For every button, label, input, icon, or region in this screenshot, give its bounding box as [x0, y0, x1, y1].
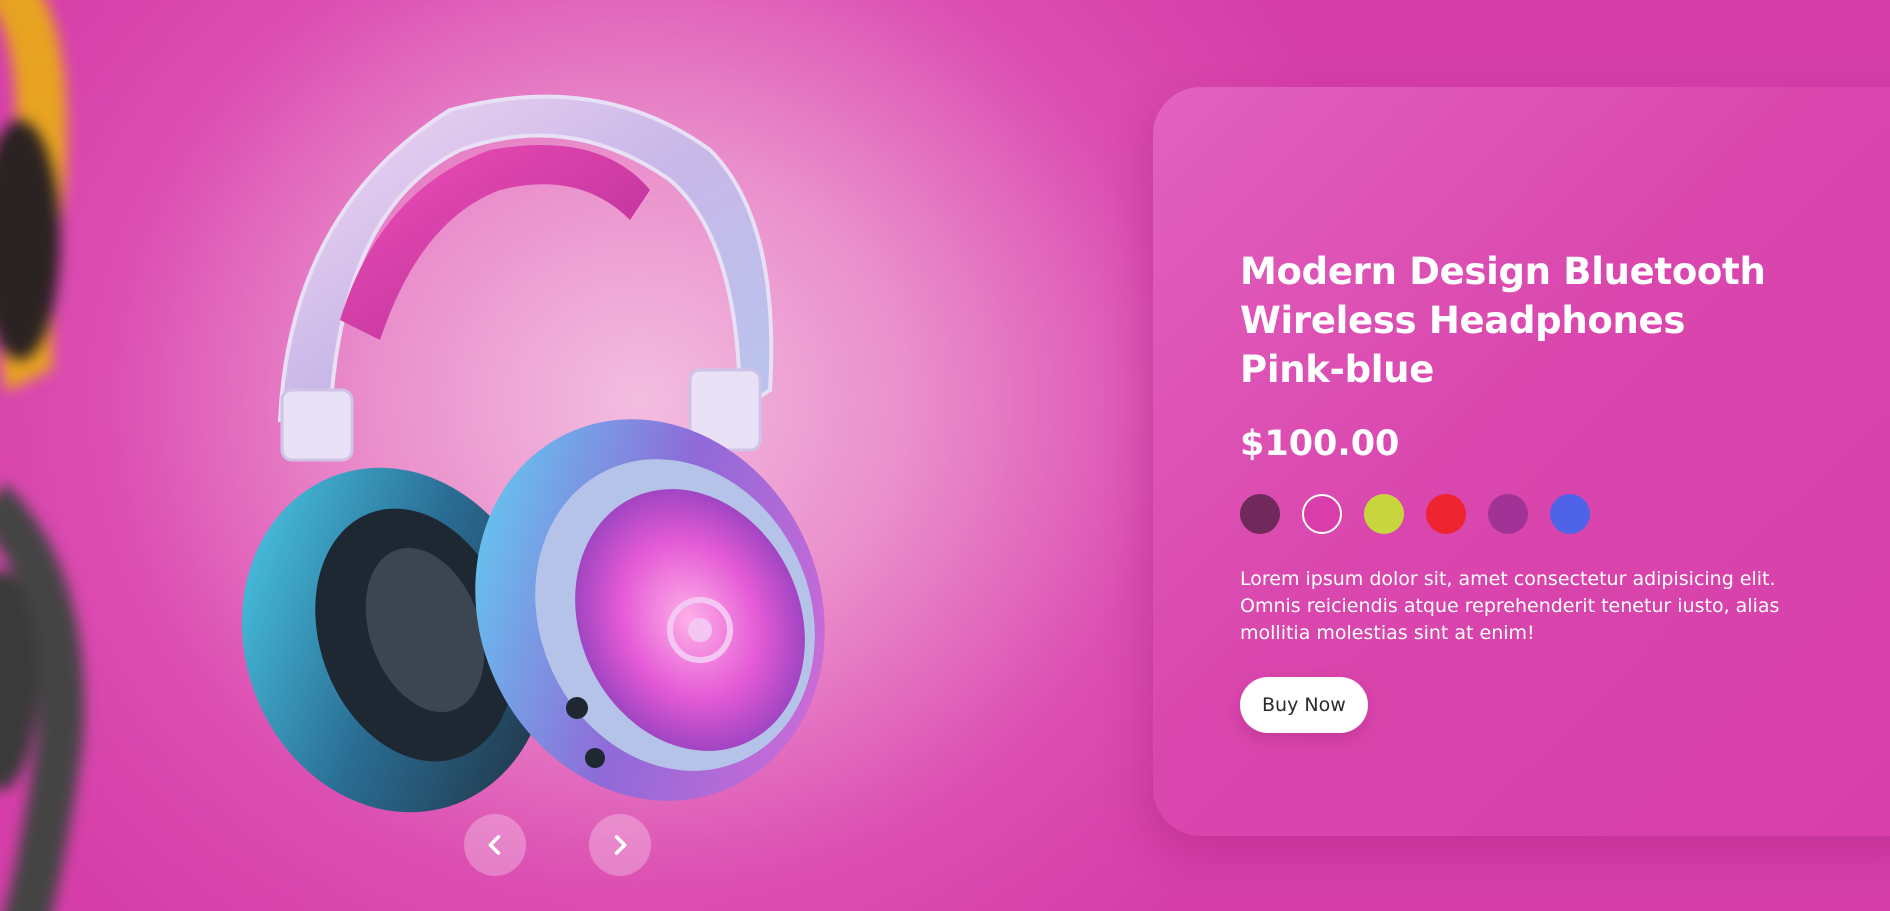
previous-button[interactable]: [464, 814, 526, 876]
product-price: $100.00: [1240, 424, 1400, 464]
color-swatch[interactable]: [1364, 494, 1404, 534]
color-swatch[interactable]: [1488, 494, 1528, 534]
product-info-panel: Modern Design Bluetooth Wireless Headpho…: [1153, 87, 1890, 836]
chevron-left-icon: [488, 835, 501, 855]
color-swatch[interactable]: [1550, 494, 1590, 534]
buy-now-button[interactable]: Buy Now: [1240, 677, 1368, 733]
next-button[interactable]: [589, 814, 651, 876]
previous-product-preview: [0, 0, 85, 911]
headphones-icon: [241, 94, 825, 813]
product-description: Lorem ipsum dolor sit, amet consectetur …: [1240, 568, 1780, 644]
chevron-right-icon: [614, 835, 627, 855]
color-swatch[interactable]: [1302, 494, 1342, 534]
product-title-line-2: Wireless Headphones Pink-blue: [1240, 299, 1686, 391]
color-swatch[interactable]: [1426, 494, 1466, 534]
headphones-image: [220, 90, 900, 830]
product-title-line-1: Modern Design Bluetooth: [1240, 250, 1766, 293]
color-swatch[interactable]: [1240, 494, 1280, 534]
color-swatches: [1240, 494, 1800, 534]
product-title: Modern Design Bluetooth Wireless Headpho…: [1240, 247, 1800, 394]
